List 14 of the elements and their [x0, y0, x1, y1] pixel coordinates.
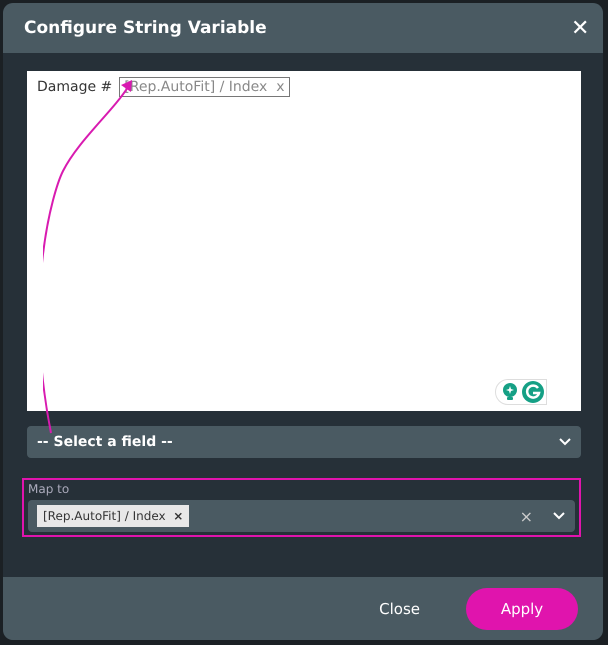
lightbulb-icon[interactable]: [502, 383, 518, 401]
close-button[interactable]: ✕: [571, 15, 589, 41]
grammar-logo-icon[interactable]: [522, 381, 544, 403]
apply-button[interactable]: Apply: [466, 588, 578, 630]
field-select[interactable]: -- Select a field --: [27, 426, 581, 458]
chevron-down-icon: [559, 438, 571, 446]
map-to-select[interactable]: [Rep.AutoFit] / Index × ×: [28, 500, 575, 532]
window-title: Configure String Variable: [24, 18, 267, 38]
chevron-down-icon[interactable]: [553, 512, 565, 520]
map-to-label: Map to: [28, 482, 70, 496]
close-text-button[interactable]: Close: [373, 598, 426, 618]
selected-tag[interactable]: [Rep.AutoFit] / Index ×: [37, 505, 190, 527]
editor-text: Damage #: [37, 79, 112, 95]
clear-button[interactable]: ×: [520, 506, 533, 526]
